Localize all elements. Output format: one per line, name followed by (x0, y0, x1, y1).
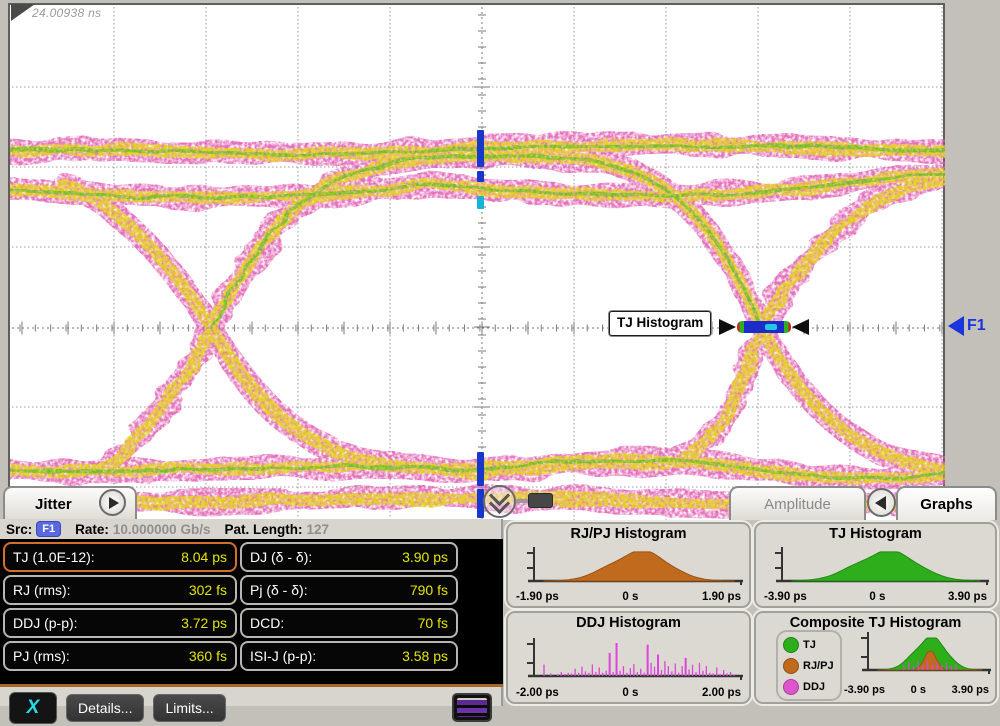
src-label: Src: (6, 522, 32, 537)
play-button[interactable] (99, 489, 126, 516)
tj-histogram-region (737, 321, 791, 333)
x-tick-zero: 0 s (911, 684, 926, 696)
jitter-results-panel: Src: F1 Rate: 10.000000 Gb/s Pat. Length… (0, 519, 503, 706)
tab-amplitude-label: Amplitude (764, 496, 831, 513)
measurement-tj[interactable]: TJ (1.0E-12): 8.04 ps (3, 542, 237, 572)
tj-legend-label: TJ (803, 639, 816, 651)
ddj-legend-label: DDJ (803, 681, 825, 693)
tab-amplitude[interactable]: Amplitude (729, 486, 866, 520)
x-tick-max: 2.00 ps (702, 687, 741, 699)
composite-histogram-chart (848, 629, 994, 675)
f1-marker-label: F1 (967, 317, 986, 335)
x-tick-min: -3.90 ps (764, 591, 807, 603)
measurement-value: 3.72 ps (181, 615, 227, 631)
collapse-panel-button[interactable] (483, 485, 516, 518)
close-button[interactable]: X (9, 692, 57, 724)
measurement-label: ISI-J (p-p): (250, 648, 316, 664)
measurement-rj[interactable]: RJ (rms): 302 fs (3, 575, 237, 605)
tj-histogram-chart (762, 544, 992, 586)
measurement-label: Pj (δ - δ): (250, 582, 308, 598)
measurement-dj[interactable]: DJ (δ - δ): 3.90 ps (240, 542, 458, 572)
play-icon (109, 497, 119, 509)
measurement-value: 3.58 ps (402, 648, 448, 664)
measurement-label: PJ (rms): (13, 648, 70, 664)
minimize-display-button[interactable] (452, 693, 492, 722)
composite-legend: TJ RJ/PJ DDJ (776, 630, 842, 701)
amplitude-histogram-top-3 (477, 196, 484, 209)
details-button[interactable]: Details... (66, 694, 144, 722)
eye-diagram-canvas (10, 5, 945, 520)
tj-histogram-callout[interactable]: TJ Histogram (609, 311, 711, 336)
src-f1-badge[interactable]: F1 (36, 521, 61, 537)
pat-length-value: 127 (306, 522, 329, 537)
measurement-isij[interactable]: ISI-J (p-p): 3.58 ps (240, 641, 458, 671)
measurement-value: 8.04 ps (181, 549, 227, 565)
measurement-label: TJ (1.0E-12): (13, 549, 95, 565)
rjpj-legend-dot-icon (783, 658, 799, 674)
waveform-stripes-icon (457, 698, 487, 717)
scroll-tabs-left-button[interactable] (867, 488, 896, 517)
tj-legend-dot-icon (783, 637, 799, 653)
measurement-label: RJ (rms): (13, 582, 71, 598)
tj-histogram-left-arrow-icon (719, 319, 736, 335)
panel-drag-handle[interactable] (528, 493, 553, 508)
x-tick-max: 1.90 ps (702, 591, 741, 603)
f1-trace-marker[interactable]: F1 (948, 316, 986, 336)
amplitude-histogram-top-2 (477, 171, 484, 182)
measurement-table: TJ (1.0E-12): 8.04 ps DJ (δ - δ): 3.90 p… (0, 539, 503, 687)
rate-value: 10.000000 Gb/s (113, 522, 211, 537)
panel-button-row: X Details... Limits... (0, 690, 503, 726)
amplitude-histogram-top-1 (477, 130, 484, 167)
measurement-label: DDJ (p-p): (13, 615, 78, 631)
measurement-value: 302 fs (189, 582, 227, 598)
limits-button[interactable]: Limits... (153, 694, 225, 722)
tab-graphs[interactable]: Graphs (896, 486, 997, 520)
arrow-left-icon (875, 496, 886, 510)
measurement-pj-rms[interactable]: PJ (rms): 360 fs (3, 641, 237, 671)
x-tick-zero: 0 s (622, 591, 638, 603)
measurement-label: DJ (δ - δ): (250, 549, 312, 565)
rjpj-histogram-chart (514, 544, 746, 586)
tj-histogram-title: TJ Histogram (756, 526, 995, 542)
x-tick-zero: 0 s (869, 591, 885, 603)
rjpj-histogram-card: RJ/PJ Histogram -1.90 ps 0 s 1.90 ps (506, 522, 751, 608)
rjpj-legend-label: RJ/PJ (803, 660, 834, 672)
x-tick-zero: 0 s (622, 687, 638, 699)
rate-label: Rate: (75, 522, 109, 537)
x-tick-min: -3.90 ps (844, 684, 885, 696)
tab-jitter-label: Jitter (35, 496, 72, 513)
composite-tj-histogram-card: Composite TJ Histogram TJ RJ/PJ DDJ -3.9… (754, 611, 997, 704)
pat-length-label: Pat. Length: (224, 522, 302, 537)
x-tick-min: -2.00 ps (516, 687, 559, 699)
measurement-dcd[interactable]: DCD: 70 fs (240, 608, 458, 638)
x-tick-max: 3.90 ps (948, 591, 987, 603)
amplitude-histogram-bottom-1 (477, 452, 484, 486)
measurement-value: 70 fs (418, 615, 448, 631)
ddj-legend-dot-icon (783, 679, 799, 695)
eye-diagram-plot[interactable] (8, 3, 945, 520)
measurement-value: 3.90 ps (402, 549, 448, 565)
tj-histogram-cyan-core (765, 324, 777, 330)
measurement-label: DCD: (250, 615, 284, 631)
measurement-pj-dd[interactable]: Pj (δ - δ): 790 fs (240, 575, 458, 605)
ddj-histogram-title: DDJ Histogram (508, 615, 749, 631)
tab-graphs-label: Graphs (920, 496, 973, 513)
source-info-bar: Src: F1 Rate: 10.000000 Gb/s Pat. Length… (0, 519, 501, 539)
timebase-label: 24.00938 ns (32, 6, 101, 20)
x-tick-min: -1.90 ps (516, 591, 559, 603)
tj-histogram-card: TJ Histogram -3.90 ps 0 s 3.90 ps (754, 522, 997, 608)
measurement-value: 790 fs (410, 582, 448, 598)
tj-histogram-right-arrow-icon (792, 319, 809, 335)
ddj-histogram-chart (514, 635, 746, 681)
ddj-histogram-card: DDJ Histogram -2.00 ps 0 s 2.00 ps (506, 611, 751, 704)
measurement-value: 360 fs (189, 648, 227, 664)
f1-marker-triangle-icon (948, 316, 964, 336)
x-tick-max: 3.90 ps (952, 684, 989, 696)
rjpj-histogram-title: RJ/PJ Histogram (508, 526, 749, 542)
measurement-ddj[interactable]: DDJ (p-p): 3.72 ps (3, 608, 237, 638)
